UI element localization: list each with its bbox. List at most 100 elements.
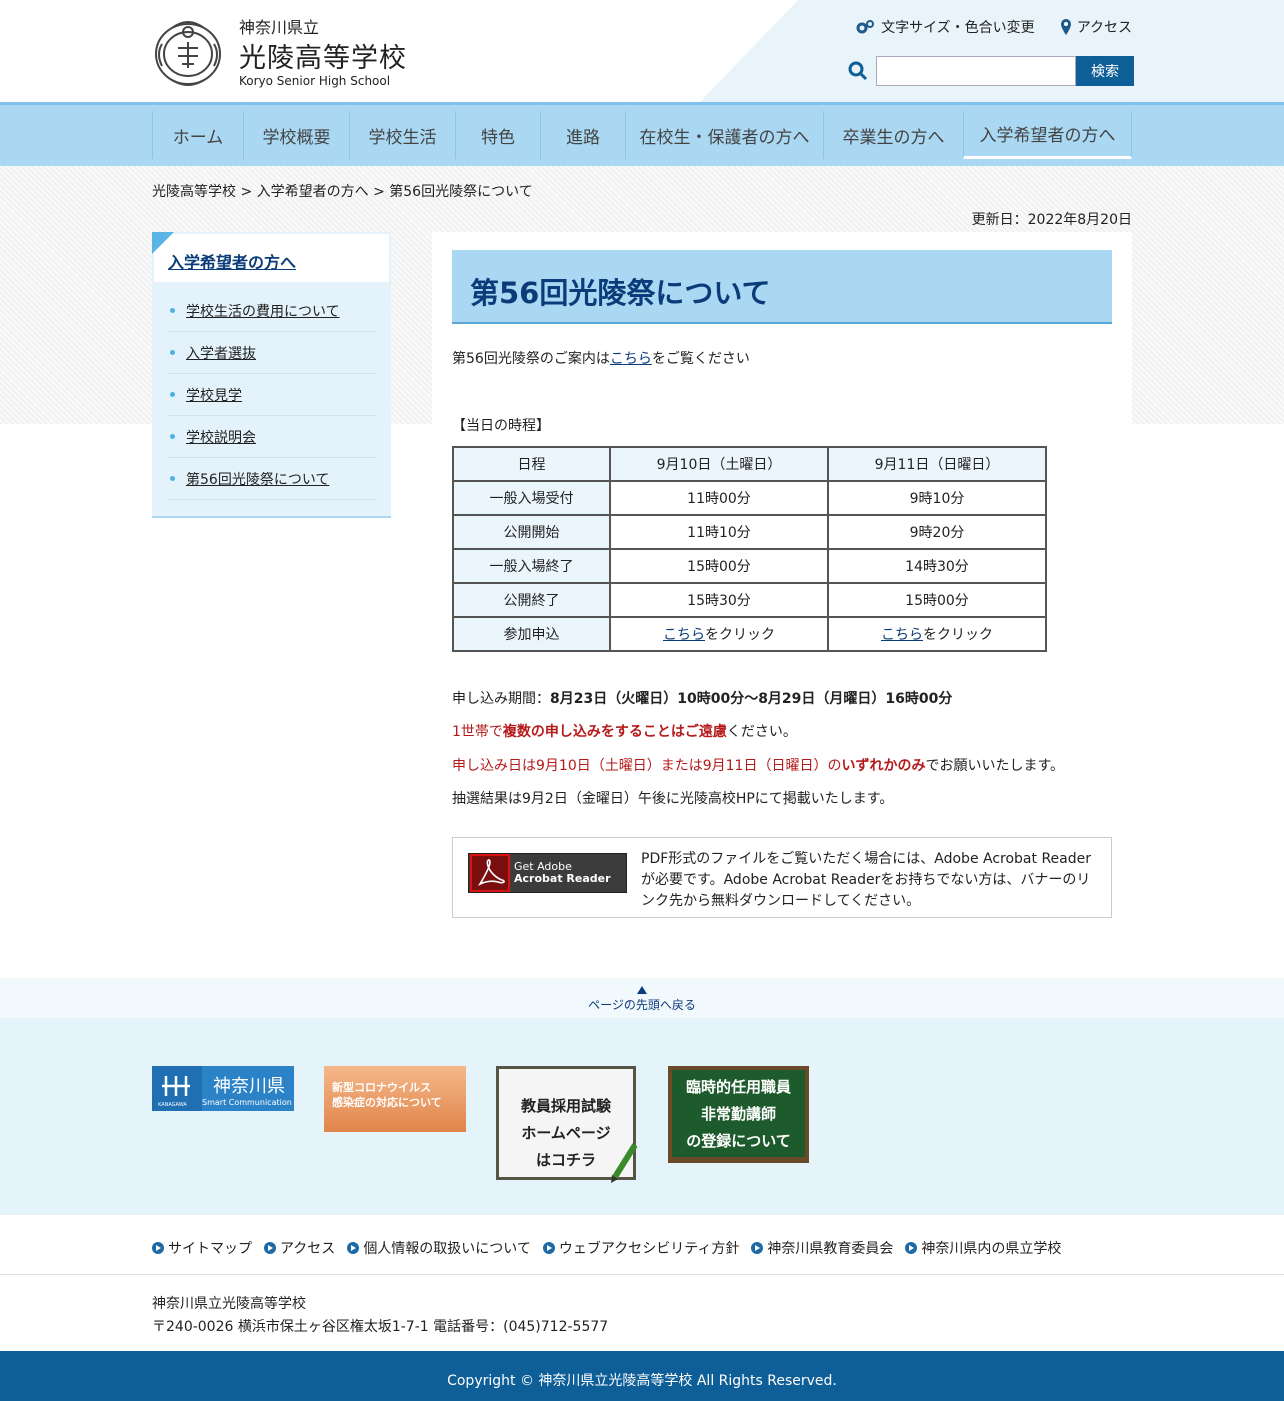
- covid-line2: 感染症の対応について: [332, 1096, 442, 1109]
- nav-item-career[interactable]: 進路: [540, 111, 625, 159]
- acrobat-line2: Acrobat Reader: [514, 872, 611, 885]
- note2-a: 申し込み日は9月10日（土曜日）または9月11日（日曜日）の: [452, 758, 842, 774]
- application-period: 申し込み期間：8月23日（火曜日）10時00分～8月29日（月曜日）16時00分: [452, 688, 952, 708]
- sidebar-item-festival: 第56回光陵祭について: [168, 458, 375, 500]
- nav-item-about[interactable]: 学校概要: [243, 111, 349, 159]
- note-results: 抽選結果は9月2日（金曜日）午後に光陵高校HPにて掲載いたします。: [452, 791, 894, 807]
- font-size-color-link[interactable]: 文字サイズ・色合い変更: [855, 17, 1035, 37]
- school-name[interactable]: 光陵高等学校: [239, 36, 407, 75]
- footer-address: 神奈川県立光陵高等学校 〒240-0026 横浜市保土ヶ谷区権太坂1-7-1 電…: [152, 1293, 608, 1339]
- footer-link-accessibility[interactable]: ウェブアクセシビリティ方針: [542, 1238, 739, 1258]
- footer-link-sitemap[interactable]: サイトマップ: [152, 1238, 252, 1258]
- search-button[interactable]: 検索: [1076, 56, 1134, 86]
- school-name-en: Koryo Senior High School: [239, 74, 391, 88]
- pdf-reader-box: Get Adobe Acrobat Reader PDF形式のファイルをご覧いた…: [452, 837, 1112, 918]
- intro-post: をご覧ください: [651, 351, 750, 367]
- signup-suffix: をクリック: [705, 627, 775, 643]
- note-one-household: 1世帯で複数の申し込みをすることはご遠慮ください。: [452, 721, 797, 741]
- corner-decoration: [152, 232, 174, 254]
- arrow-circle-icon: [542, 1242, 555, 1254]
- signup-link-sat[interactable]: こちら: [663, 627, 705, 643]
- table-row-label: 参加申込: [452, 616, 611, 652]
- sidebar-link-admission[interactable]: 入学者選抜: [186, 343, 256, 363]
- banner-area: KANAGAWA 神奈川県 Smart Communication 新型コロナウ…: [0, 1018, 1284, 1215]
- sidebar-link-festival[interactable]: 第56回光陵祭について: [186, 469, 329, 489]
- schedule-title: 【当日の時程】: [452, 418, 550, 434]
- footer-link-access[interactable]: アクセス: [264, 1238, 335, 1258]
- acrobat-banner-text: Get Adobe Acrobat Reader: [514, 861, 611, 885]
- nav-item-school-life[interactable]: 学校生活: [349, 111, 455, 159]
- arrow-circle-icon: [905, 1242, 918, 1254]
- site-header: 神奈川県立 光陵高等学校 Koryo Senior High School 文字…: [0, 0, 1284, 102]
- note2-c: でお願いいたします。: [925, 758, 1065, 774]
- note1-b: 複数の申し込みをすることはご遠慮: [502, 724, 727, 740]
- temp-line2: 非常勤講師: [700, 1105, 776, 1123]
- access-link[interactable]: アクセス: [1060, 17, 1132, 37]
- table-row: 一般入場終了 15時00分 14時30分: [452, 548, 1047, 584]
- sidebar-title-link[interactable]: 入学希望者の方へ: [168, 253, 296, 272]
- kanagawa-label: 神奈川県: [213, 1076, 285, 1097]
- font-size-color-label: 文字サイズ・色合い変更: [881, 20, 1035, 36]
- sidebar-item-admission: 入学者選抜: [168, 332, 375, 374]
- nav-item-prospective[interactable]: 入学希望者の方へ: [963, 111, 1132, 159]
- covid-banner[interactable]: 新型コロナウイルス 感染症の対応について: [324, 1066, 466, 1132]
- kanagawa-pref-banner[interactable]: KANAGAWA 神奈川県 Smart Communication: [152, 1066, 294, 1111]
- table-header: 日程: [452, 446, 611, 482]
- copyright: Copyright © 神奈川県立光陵高等学校 All Rights Reser…: [0, 1351, 1284, 1401]
- intro-text: 第56回光陵祭のご案内はこちらをご覧ください: [452, 348, 750, 368]
- teacher-line1: 教員採用試験: [520, 1097, 611, 1115]
- global-nav: ホーム 学校概要 学校生活 特色 進路 在校生・保護者の方へ 卒業生の方へ 入学…: [0, 102, 1284, 166]
- footer-links: サイトマップ アクセス 個人情報の取扱いについて ウェブアクセシビリティ方針 神…: [152, 1238, 1061, 1258]
- gears-icon: [856, 20, 875, 34]
- table-cell: 15時30分: [609, 582, 829, 618]
- table-cell: 14時30分: [827, 548, 1047, 584]
- arrow-circle-icon: [152, 1242, 164, 1254]
- table-row: 公開開始 11時10分 9時20分: [452, 514, 1047, 550]
- nav-item-features[interactable]: 特色: [455, 111, 540, 159]
- note2-b: いずれかのみ: [841, 758, 926, 774]
- table-row-label: 一般入場終了: [452, 548, 611, 584]
- teacher-exam-banner[interactable]: 教員採用試験 ホームページ はコチラ: [496, 1066, 638, 1183]
- back-to-top-label: ページの先頭へ戻る: [588, 998, 696, 1012]
- sidebar-link-visit[interactable]: 学校見学: [186, 385, 242, 405]
- school-emblem-logo[interactable]: [152, 14, 224, 90]
- nav-item-home[interactable]: ホーム: [152, 111, 243, 159]
- header-background: [700, 0, 1284, 102]
- signup-link-sun[interactable]: こちら: [881, 627, 923, 643]
- period-value: 8月23日（火曜日）10時00分～8月29日（月曜日）16時00分: [550, 691, 953, 707]
- footer-link-schools[interactable]: 神奈川県内の県立学校: [905, 1238, 1061, 1258]
- nav-item-graduates[interactable]: 卒業生の方へ: [823, 111, 963, 159]
- nav-item-students-parents[interactable]: 在校生・保護者の方へ: [625, 111, 823, 159]
- get-acrobat-banner[interactable]: Get Adobe Acrobat Reader: [468, 853, 627, 893]
- search-input[interactable]: [876, 56, 1076, 86]
- arrow-circle-icon: [347, 1242, 360, 1254]
- sidebar-list: 学校生活の費用について 入学者選抜 学校見学 学校説明会 第56回光陵祭について: [152, 284, 391, 500]
- note1-c: ください。: [726, 724, 797, 740]
- table-cell-signup-sat: こちらをクリック: [609, 616, 829, 652]
- temporary-staff-banner[interactable]: 臨時的任用職員 非常勤講師 の登録について: [668, 1066, 809, 1163]
- map-pin-icon: [1060, 19, 1071, 35]
- sidebar: 入学希望者の方へ 学校生活の費用について 入学者選抜 学校見学 学校説明会 第5…: [152, 232, 391, 518]
- breadcrumb[interactable]: 光陵高等学校 > 入学希望者の方へ > 第56回光陵祭について: [152, 181, 533, 201]
- sidebar-link-costs[interactable]: 学校生活の費用について: [186, 301, 340, 321]
- teacher-line3: はコチラ: [535, 1151, 596, 1169]
- table-cell: 11時10分: [609, 514, 829, 550]
- teacher-line2: ホームページ: [521, 1124, 611, 1142]
- table-header-row: 日程 9月10日（土曜日） 9月11日（日曜日）: [452, 446, 1047, 482]
- footer-link-board[interactable]: 神奈川県教育委員会: [751, 1238, 893, 1258]
- table-header: 9月11日（日曜日）: [827, 446, 1047, 482]
- up-arrow-icon: [637, 986, 647, 994]
- table-cell: 11時00分: [609, 480, 829, 516]
- footer-link-privacy[interactable]: 個人情報の取扱いについて: [347, 1238, 531, 1258]
- table-row-label: 一般入場受付: [452, 480, 611, 516]
- intro-link[interactable]: こちら: [610, 351, 652, 367]
- table-row-label: 公開開始: [452, 514, 611, 550]
- note1-a: 1世帯で: [452, 724, 503, 740]
- sidebar-header: 入学希望者の方へ: [152, 232, 391, 284]
- footer-divider: [0, 1274, 1284, 1275]
- back-to-top[interactable]: ページの先頭へ戻る: [0, 978, 1284, 1018]
- sidebar-link-briefing[interactable]: 学校説明会: [186, 427, 256, 447]
- updated-date: 更新日：2022年8月20日: [971, 212, 1132, 228]
- arrow-circle-icon: [264, 1242, 276, 1254]
- table-cell: 9時20分: [827, 514, 1047, 550]
